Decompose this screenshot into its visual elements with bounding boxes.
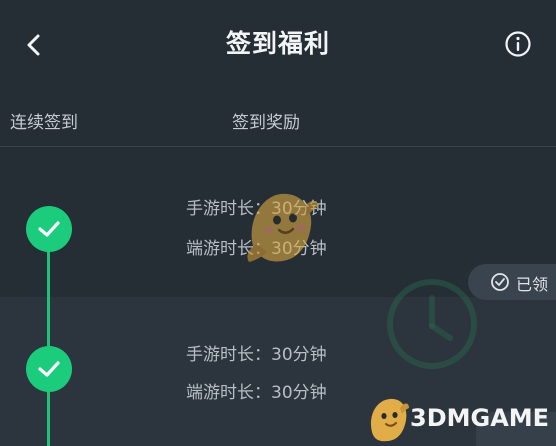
info-button[interactable] bbox=[504, 30, 532, 58]
pc-reward-text: 端游时长：30分钟 bbox=[186, 383, 327, 403]
column-label-streak: 连续签到 bbox=[10, 113, 78, 133]
check-icon bbox=[38, 361, 60, 377]
claimed-label: 已领 bbox=[516, 275, 549, 294]
column-label-reward: 签到奖励 bbox=[232, 113, 300, 133]
mobile-reward-text: 手游时长：30分钟 bbox=[186, 345, 327, 365]
info-circle-icon bbox=[505, 31, 531, 57]
signed-status-badge bbox=[26, 346, 72, 392]
check-icon bbox=[38, 221, 60, 237]
watermark-text: 3DMGAME bbox=[410, 404, 550, 432]
check-circle-icon bbox=[491, 273, 509, 291]
column-header: 连续签到 签到奖励 bbox=[0, 96, 556, 147]
page-title: 签到福利 bbox=[225, 29, 330, 58]
claimed-badge: 已领 bbox=[468, 264, 556, 300]
top-bar: 签到福利 bbox=[0, 0, 556, 92]
bird-mascot-icon bbox=[370, 398, 409, 442]
watermark: 3DMGAME bbox=[366, 394, 556, 446]
bird-mascot-icon bbox=[247, 193, 319, 262]
signed-status-badge bbox=[26, 206, 72, 252]
